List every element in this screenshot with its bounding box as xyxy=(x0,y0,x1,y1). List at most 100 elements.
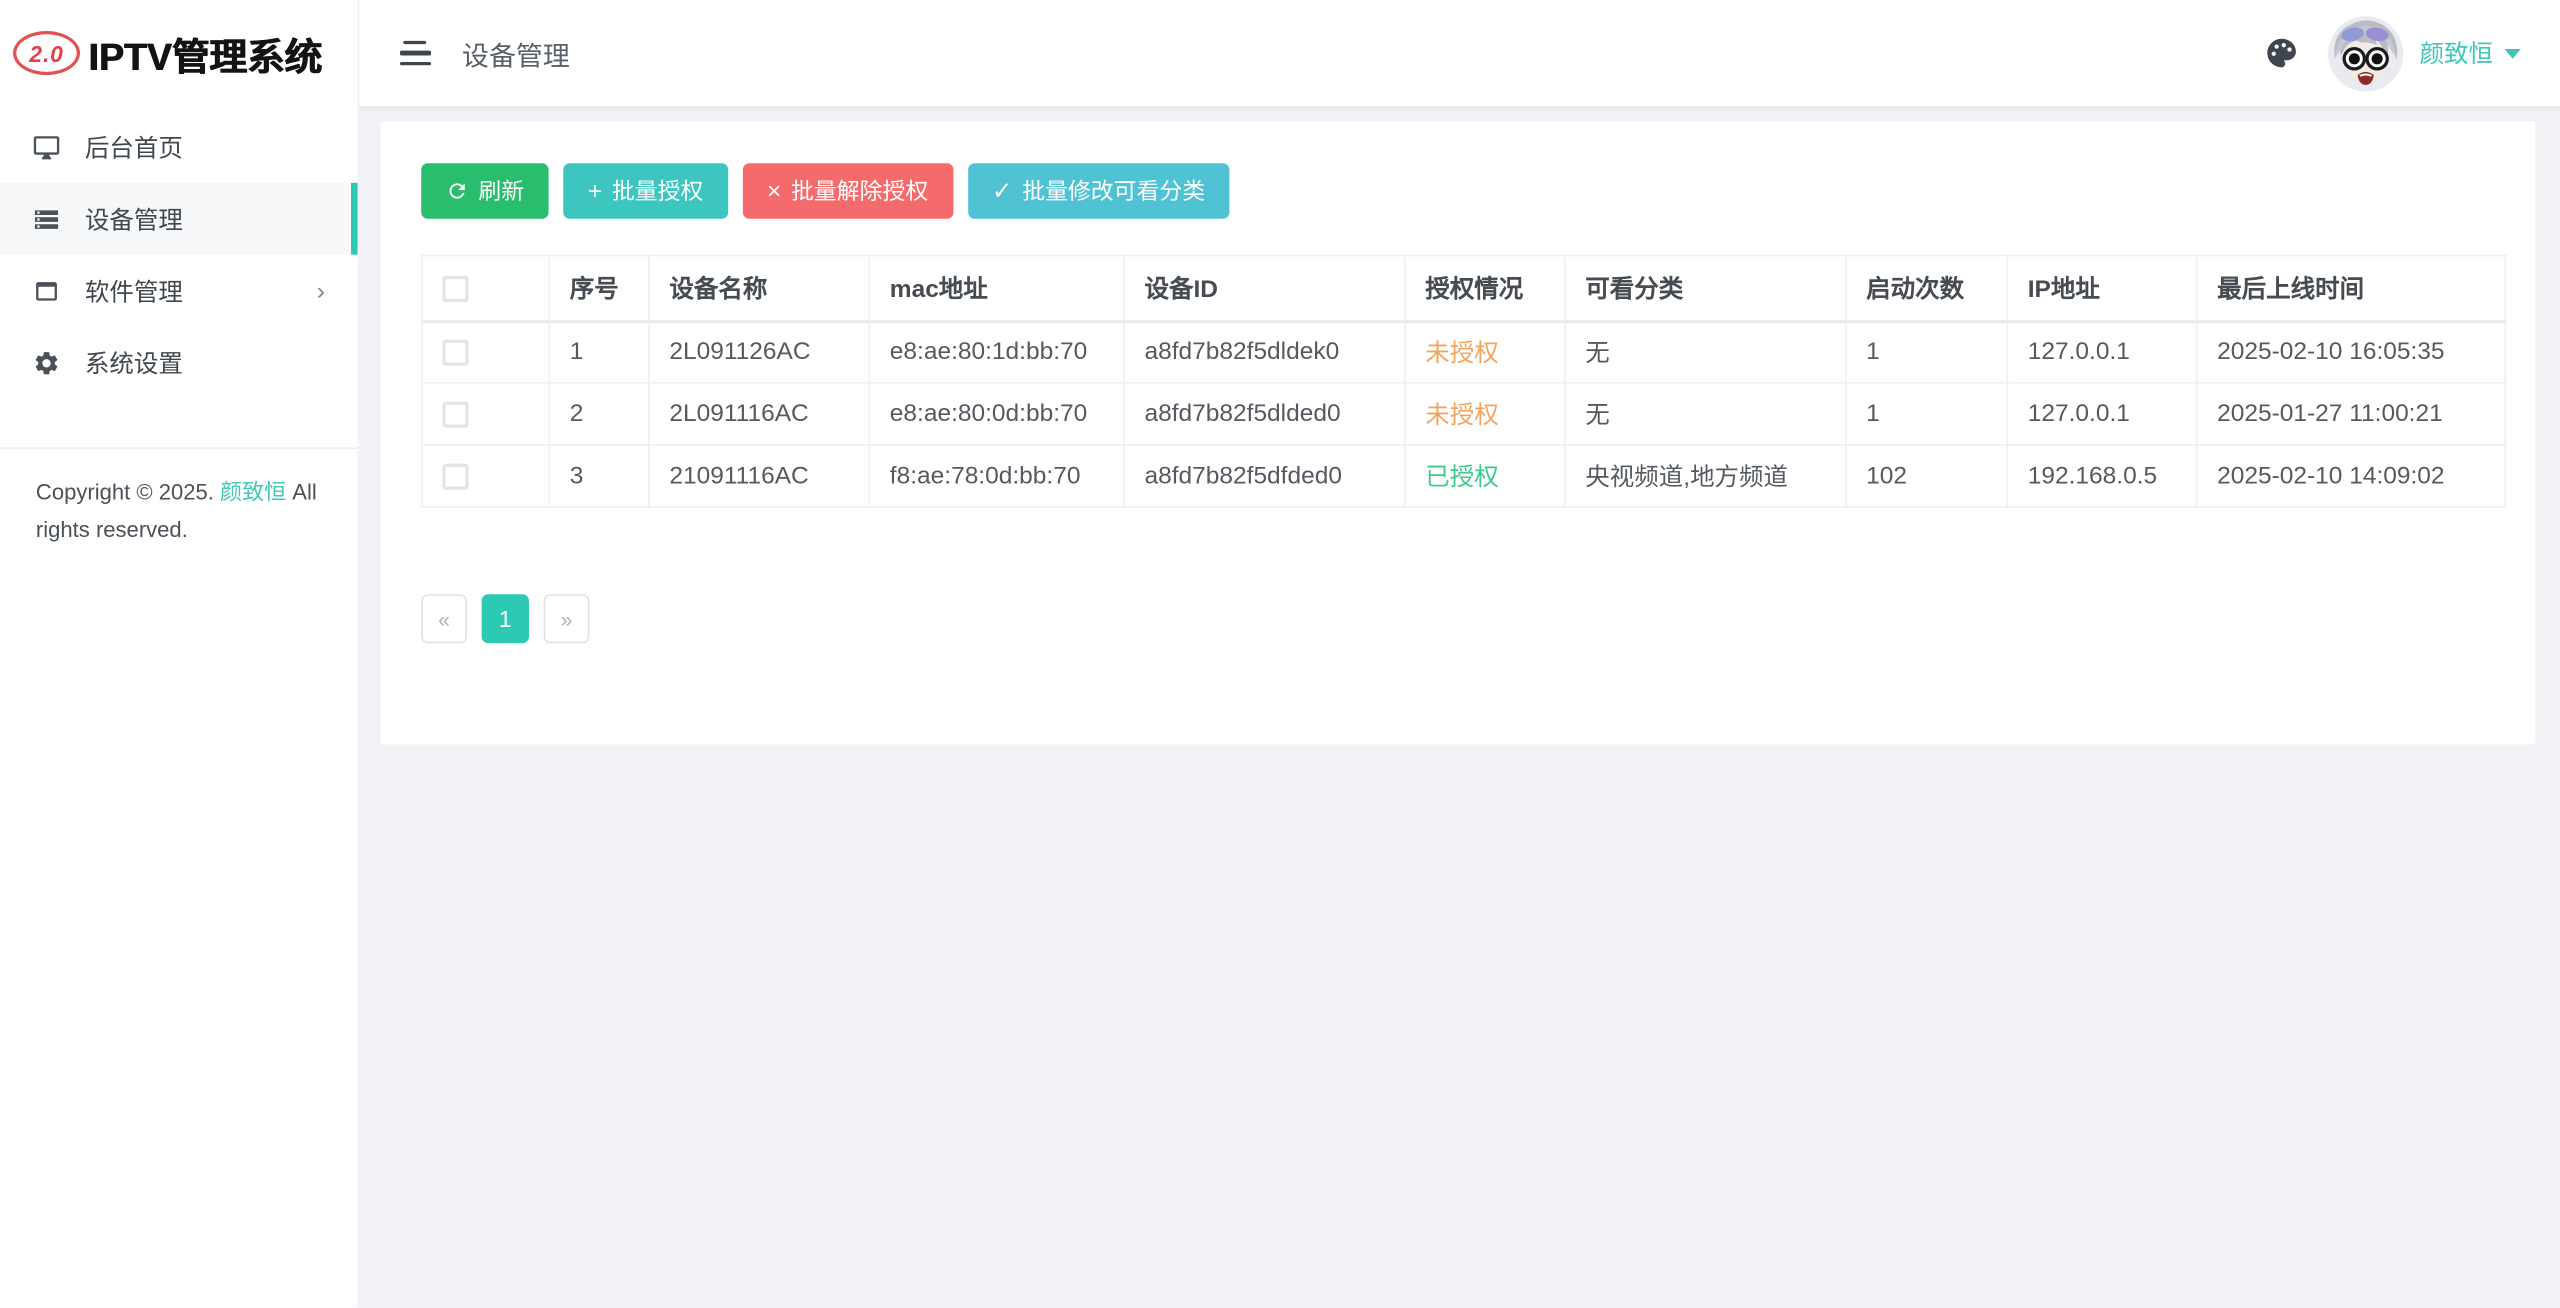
device-id-cell: a8fd7b82f5dldek0 xyxy=(1124,321,1405,383)
boot-count-cell: 1 xyxy=(1846,321,2008,383)
window-icon xyxy=(33,277,61,305)
mac-cell: e8:ae:80:1d:bb:70 xyxy=(869,321,1124,383)
mac-cell: e8:ae:80:0d:bb:70 xyxy=(869,383,1124,445)
auth-status-cell: 已授权 xyxy=(1405,445,1565,507)
toolbar: 刷新 + 批量授权 × 批量解除授权 ✓ 批量修改可看分类 xyxy=(421,163,2499,219)
batch-authorize-button[interactable]: + 批量授权 xyxy=(563,163,728,219)
categories-cell: 央视频道,地方频道 xyxy=(1565,445,1846,507)
plus-icon: + xyxy=(588,179,602,203)
row-select-cell xyxy=(422,321,549,383)
table-row: 1 2L091126AC e8:ae:80:1d:bb:70 a8fd7b82f… xyxy=(422,321,2505,383)
button-label: 刷新 xyxy=(478,175,524,208)
top-header: 设备管理 xyxy=(359,0,2560,106)
copyright-prefix: Copyright © 2025. xyxy=(36,480,220,504)
prev-page-button[interactable]: « xyxy=(421,594,467,643)
sidebar-item-label: 软件管理 xyxy=(85,273,183,307)
next-page-button[interactable]: » xyxy=(544,594,590,643)
username[interactable]: 颜致恒 xyxy=(2420,36,2493,70)
categories-cell: 无 xyxy=(1565,383,1846,445)
menu-toggle-icon[interactable] xyxy=(398,40,431,65)
seq-cell: 2 xyxy=(549,383,649,445)
batch-edit-categories-button[interactable]: ✓ 批量修改可看分类 xyxy=(967,163,1229,219)
gear-icon xyxy=(33,349,61,377)
column-header: 启动次数 xyxy=(1846,256,2008,321)
column-header: IP地址 xyxy=(2007,256,2196,321)
table-header-row: 序号 设备名称 mac地址 设备ID 授权情况 可看分类 启动次数 IP地址 最… xyxy=(422,256,2505,321)
device-id-cell: a8fd7b82f5dlded0 xyxy=(1124,383,1405,445)
refresh-icon xyxy=(446,180,469,203)
row-checkbox[interactable] xyxy=(442,340,468,366)
avatar-image xyxy=(2328,16,2403,91)
chevron-right-icon: › xyxy=(317,278,325,302)
column-header: mac地址 xyxy=(869,256,1124,321)
batch-deauthorize-button[interactable]: × 批量解除授权 xyxy=(742,163,952,219)
seq-cell: 3 xyxy=(549,445,649,507)
sidebar-item-software[interactable]: 软件管理 › xyxy=(0,255,358,327)
row-select-cell xyxy=(422,383,549,445)
main-area: 设备管理 xyxy=(359,0,2560,1308)
row-checkbox[interactable] xyxy=(442,464,468,490)
column-header: 可看分类 xyxy=(1565,256,1846,321)
column-header: 最后上线时间 xyxy=(2197,256,2506,321)
server-icon xyxy=(33,205,61,233)
column-header: 序号 xyxy=(549,256,649,321)
theme-palette-icon[interactable] xyxy=(2264,35,2300,71)
sidebar-item-dashboard[interactable]: 后台首页 xyxy=(0,111,358,183)
ip-cell: 192.168.0.5 xyxy=(2007,445,2196,507)
ip-cell: 127.0.0.1 xyxy=(2007,321,2196,383)
button-label: 批量解除授权 xyxy=(791,175,928,208)
brand-logo: 2.0 IPTV管理系统 xyxy=(0,0,358,106)
sidebar-item-settings[interactable]: 系统设置 xyxy=(0,327,358,399)
categories-cell: 无 xyxy=(1565,321,1846,383)
pagination: « 1 » xyxy=(421,594,2499,643)
button-label: 批量授权 xyxy=(612,175,703,208)
author-link[interactable]: 颜致恒 xyxy=(220,480,286,504)
column-header: 授权情况 xyxy=(1405,256,1565,321)
device-name-cell: 2L091116AC xyxy=(649,383,869,445)
version-badge: 2.0 xyxy=(13,31,80,75)
seq-cell: 1 xyxy=(549,321,649,383)
auth-status-cell: 未授权 xyxy=(1405,383,1565,445)
last-online-cell: 2025-02-10 14:09:02 xyxy=(2197,445,2506,507)
boot-count-cell: 1 xyxy=(1846,383,2008,445)
device-name-cell: 2L091126AC xyxy=(649,321,869,383)
sidebar-item-label: 后台首页 xyxy=(85,130,183,164)
check-icon: ✓ xyxy=(992,179,1013,203)
devices-card: 刷新 + 批量授权 × 批量解除授权 ✓ 批量修改可看分类 xyxy=(380,121,2535,745)
sidebar: 2.0 IPTV管理系统 后台首页 设备管理 软件管理 › 系统设置 C xyxy=(0,0,359,1308)
ip-cell: 127.0.0.1 xyxy=(2007,383,2196,445)
sidebar-item-devices[interactable]: 设备管理 xyxy=(0,183,358,255)
refresh-button[interactable]: 刷新 xyxy=(421,163,548,219)
auth-status-cell: 未授权 xyxy=(1405,321,1565,383)
select-all-header xyxy=(422,256,549,321)
content-area: 刷新 + 批量授权 × 批量解除授权 ✓ 批量修改可看分类 xyxy=(359,106,2560,1308)
sidebar-item-label: 设备管理 xyxy=(85,202,183,236)
table-row: 2 2L091116AC e8:ae:80:0d:bb:70 a8fd7b82f… xyxy=(422,383,2505,445)
device-name-cell: 21091116AC xyxy=(649,445,869,507)
devices-table: 序号 设备名称 mac地址 设备ID 授权情况 可看分类 启动次数 IP地址 最… xyxy=(421,255,2506,508)
select-all-checkbox[interactable] xyxy=(442,276,468,302)
row-checkbox[interactable] xyxy=(442,402,468,428)
caret-down-icon[interactable] xyxy=(2504,48,2520,58)
last-online-cell: 2025-01-27 11:00:21 xyxy=(2197,383,2506,445)
mac-cell: f8:ae:78:0d:bb:70 xyxy=(869,445,1124,507)
column-header: 设备ID xyxy=(1124,256,1405,321)
desktop-icon xyxy=(33,133,61,161)
close-icon: × xyxy=(767,179,781,203)
brand-title: IPTV管理系统 xyxy=(88,25,322,81)
copyright: Copyright © 2025. 颜致恒 All rights reserve… xyxy=(0,447,358,550)
avatar[interactable] xyxy=(2328,16,2403,91)
button-label: 批量修改可看分类 xyxy=(1022,175,1205,208)
header-right: 颜致恒 xyxy=(2264,16,2520,91)
app-root: 2.0 IPTV管理系统 后台首页 设备管理 软件管理 › 系统设置 C xyxy=(0,0,2560,1308)
boot-count-cell: 102 xyxy=(1846,445,2008,507)
column-header: 设备名称 xyxy=(649,256,869,321)
sidebar-item-label: 系统设置 xyxy=(85,345,183,379)
device-id-cell: a8fd7b82f5dfded0 xyxy=(1124,445,1405,507)
current-page-button[interactable]: 1 xyxy=(482,594,529,643)
row-select-cell xyxy=(422,445,549,507)
page-title: 设备管理 xyxy=(462,33,570,72)
table-row: 3 21091116AC f8:ae:78:0d:bb:70 a8fd7b82f… xyxy=(422,445,2505,507)
sidebar-menu: 后台首页 设备管理 软件管理 › 系统设置 xyxy=(0,106,358,398)
last-online-cell: 2025-02-10 16:05:35 xyxy=(2197,321,2506,383)
